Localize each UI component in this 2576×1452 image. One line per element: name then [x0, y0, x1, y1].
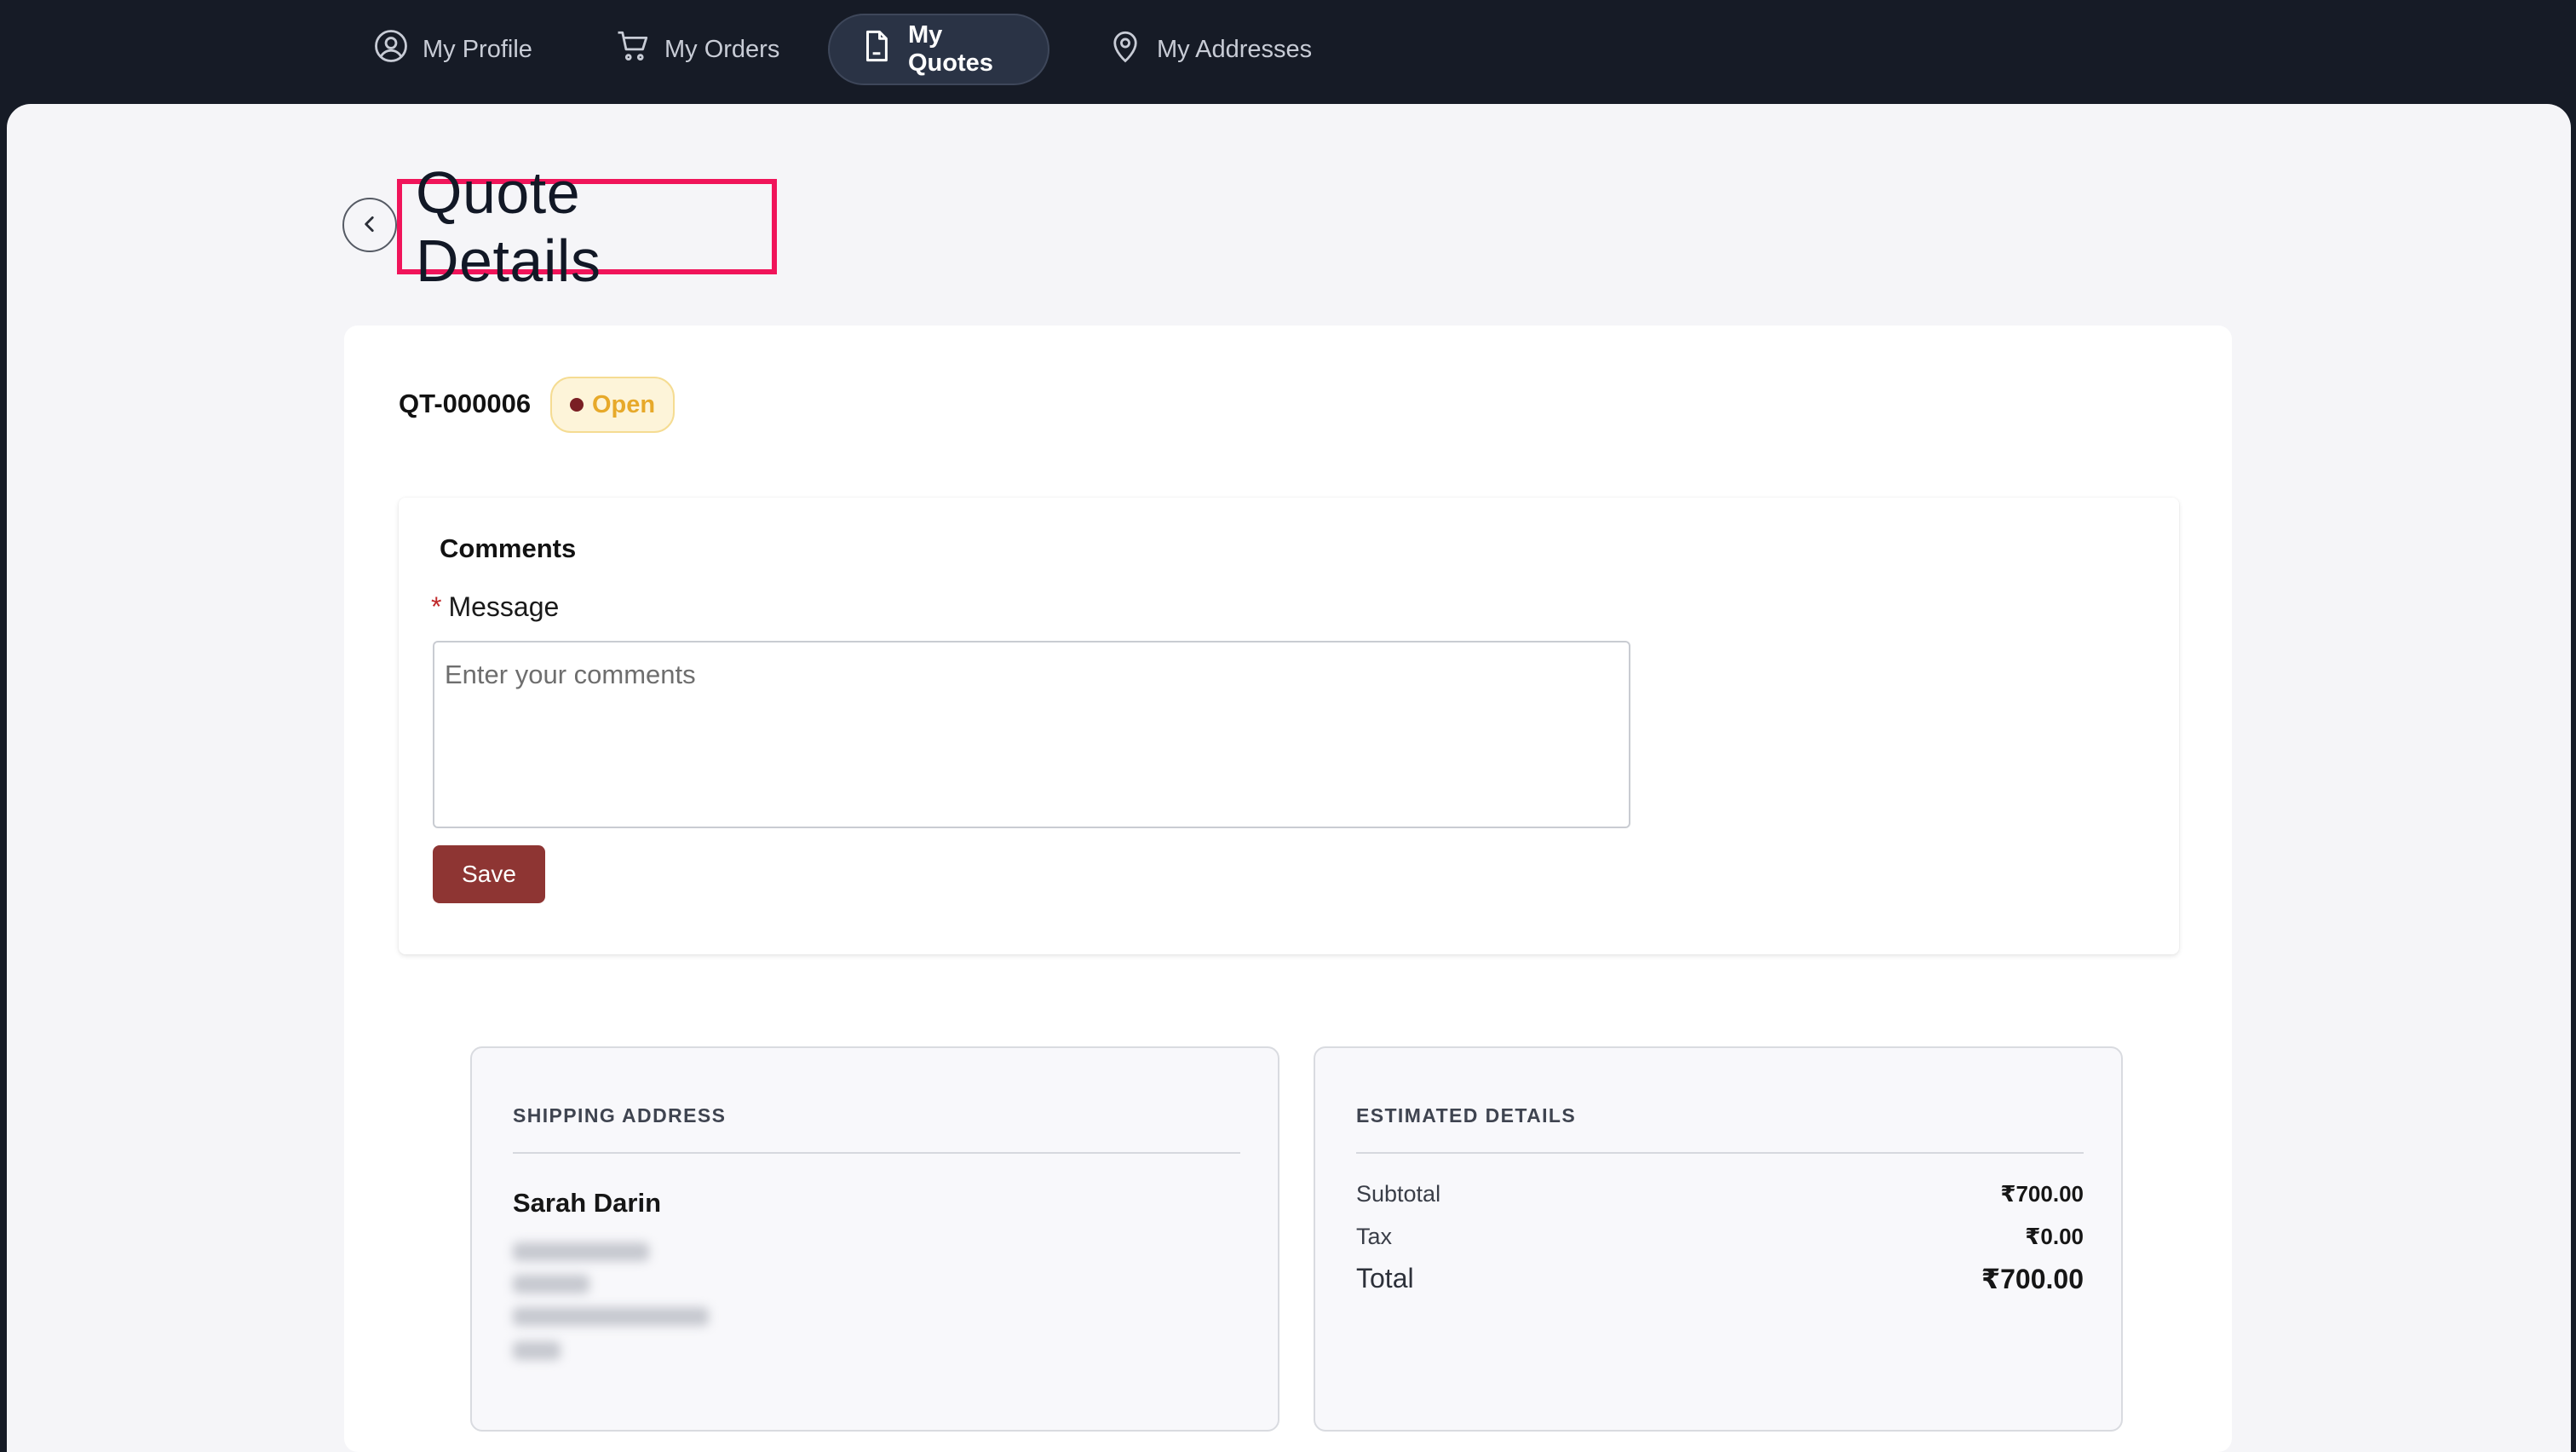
status-label: Open [591, 390, 656, 418]
shipping-address-heading: SHIPPING ADDRESS [513, 1104, 727, 1126]
cart-icon [615, 28, 651, 71]
tax-value: ₹0.00 [2025, 1224, 2084, 1249]
top-navigation: My Profile My Orders My Quotes My Addres… [0, 0, 2576, 104]
save-button[interactable]: Save [433, 845, 545, 903]
required-mark: * [431, 591, 442, 622]
redacted-address-line [513, 1242, 649, 1261]
back-button[interactable] [342, 198, 397, 252]
subtotal-row: Subtotal ₹700.00 [1356, 1181, 2084, 1207]
map-pin-icon [1107, 28, 1143, 71]
tax-label: Tax [1356, 1224, 1393, 1249]
shipping-address-panel: SHIPPING ADDRESS Sarah Darin [470, 1046, 1279, 1432]
redacted-address-line [513, 1275, 589, 1294]
nav-item-my-orders[interactable]: My Orders [586, 14, 808, 85]
user-circle-icon [373, 28, 409, 71]
comments-textarea[interactable] [433, 641, 1630, 828]
quote-id: QT-000006 [399, 389, 532, 418]
subtotal-value: ₹700.00 [2000, 1181, 2084, 1207]
page-title: Quote Details [416, 159, 601, 294]
nav-item-label: My Profile [423, 35, 532, 63]
message-label: * Message [431, 591, 559, 623]
page-title-highlight: Quote Details [397, 159, 777, 294]
divider [1356, 1152, 2084, 1154]
comments-heading: Comments [440, 533, 577, 563]
redacted-address-line [513, 1307, 709, 1326]
subtotal-label: Subtotal [1356, 1181, 1441, 1207]
chevron-left-icon [359, 213, 381, 238]
total-value: ₹700.00 [1981, 1264, 2084, 1294]
nav-item-my-addresses[interactable]: My Addresses [1078, 14, 1341, 85]
document-icon [859, 28, 894, 71]
estimated-details-heading: ESTIMATED DETAILS [1356, 1104, 1577, 1126]
estimated-details-panel: ESTIMATED DETAILS Subtotal ₹700.00 Tax ₹… [1314, 1046, 2123, 1432]
nav-item-label: My Addresses [1157, 35, 1313, 63]
nav-item-label: My Orders [664, 35, 780, 63]
divider [513, 1152, 1240, 1154]
total-row: Total ₹700.00 [1356, 1263, 2084, 1295]
message-label-text: Message [448, 591, 560, 622]
status-dot-icon [569, 398, 584, 412]
tax-row: Tax ₹0.00 [1356, 1224, 2084, 1250]
status-badge: Open [550, 377, 675, 433]
nav-item-label: My Quotes [908, 21, 993, 77]
nav-item-my-profile[interactable]: My Profile [344, 14, 561, 85]
shipping-name: Sarah Darin [513, 1188, 662, 1218]
total-label: Total [1356, 1263, 1414, 1294]
redacted-address-line [513, 1341, 561, 1360]
nav-item-my-quotes[interactable]: My Quotes [828, 14, 1049, 85]
